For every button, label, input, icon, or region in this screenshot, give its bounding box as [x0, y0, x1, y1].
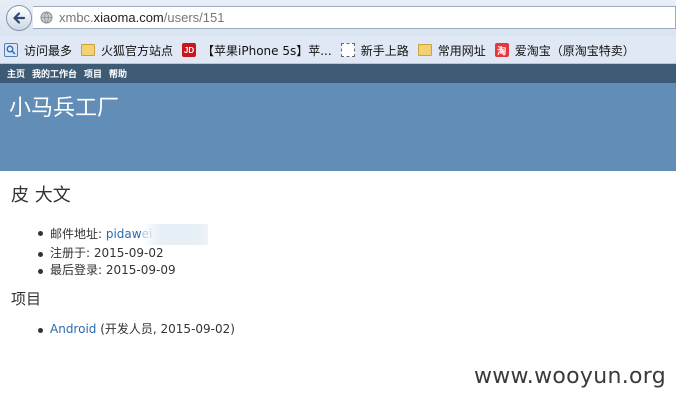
bookmark-label: 火狐官方站点 [101, 43, 174, 58]
bookmark-label: 访问最多 [24, 43, 73, 58]
list-item-project: Android (开发人员, 2015-09-02) [38, 321, 235, 338]
most-visited-icon [4, 43, 18, 57]
site-top-nav: 主页 我的工作台 项目 帮助 [0, 64, 676, 83]
list-item-last-login: 最后登录: 2015-09-09 [38, 262, 208, 279]
list-item-registered: 注册于: 2015-09-02 [38, 245, 208, 262]
last-login-label: 最后登录: [50, 263, 106, 277]
back-button[interactable] [6, 5, 32, 31]
user-info-list: 邮件地址: pidawei 注册于: 2015-09-02 最后登录: 2015… [38, 224, 209, 279]
folder-icon [81, 44, 96, 56]
folder-icon [417, 44, 432, 56]
bookmark-label: 新手上路 [360, 43, 409, 58]
project-list: Android (开发人员, 2015-09-02) [38, 321, 235, 338]
projects-heading: 项目 [11, 290, 42, 308]
taobao-icon: 淘 [494, 43, 509, 57]
bookmarks-toolbar: 访问最多 火狐官方站点 JD 【苹果iPhone 5s】苹... 新手上路 常用… [0, 37, 676, 63]
bookmark-jd-iphone[interactable]: JD 【苹果iPhone 5s】苹... [182, 42, 332, 59]
project-detail: (开发人员, 2015-09-02) [96, 322, 235, 336]
site-title: 小马兵工厂 [9, 96, 120, 121]
project-link[interactable]: Android [50, 322, 96, 336]
watermark-text: www.wooyun.org [473, 364, 666, 389]
last-login-date: 2015-09-09 [105, 263, 176, 277]
bookmark-firefox-site[interactable]: 火狐官方站点 [81, 42, 173, 59]
bookmark-common-sites[interactable]: 常用网址 [417, 42, 486, 59]
bookmark-most-visited[interactable]: 访问最多 [4, 42, 72, 59]
bookmark-label: 常用网址 [437, 43, 486, 58]
registered-date: 2015-09-02 [93, 246, 164, 260]
jd-icon: JD [182, 43, 197, 57]
registered-label: 注册于: [50, 246, 94, 260]
email-label: 邮件地址: [50, 227, 106, 241]
url-host: xiaoma.com [93, 10, 164, 25]
site-header: 小马兵工厂 [0, 83, 676, 171]
nav-my-workbench[interactable]: 我的工作台 [32, 67, 77, 80]
user-name: 皮 大文 [11, 185, 71, 206]
browser-navbar: xmbc.xiaoma.com/users/151 [0, 0, 676, 36]
bookmark-label: 爱淘宝（原淘宝特卖） [514, 43, 635, 58]
nav-home[interactable]: 主页 [7, 67, 25, 80]
bookmark-getting-started[interactable]: 新手上路 [340, 42, 409, 59]
redaction-blur [142, 224, 209, 245]
back-arrow-icon [13, 12, 26, 24]
address-bar[interactable]: xmbc.xiaoma.com/users/151 [33, 6, 676, 29]
nav-help[interactable]: 帮助 [109, 67, 127, 80]
url-text: xmbc.xiaoma.com/users/151 [59, 10, 224, 25]
url-path: /users/151 [163, 10, 225, 25]
bookmark-ai-taobao[interactable]: 淘 爱淘宝（原淘宝特卖） [494, 42, 635, 59]
list-item-email: 邮件地址: pidawei [38, 224, 209, 245]
bookmark-label: 【苹果iPhone 5s】苹... [202, 43, 332, 58]
nav-projects[interactable]: 项目 [84, 67, 102, 80]
globe-icon [40, 11, 53, 24]
browser-chrome: xmbc.xiaoma.com/users/151 访问最多 火狐官方站点 JD… [0, 0, 676, 64]
blank-page-icon [340, 43, 355, 57]
url-prefix: xmbc. [59, 10, 94, 25]
